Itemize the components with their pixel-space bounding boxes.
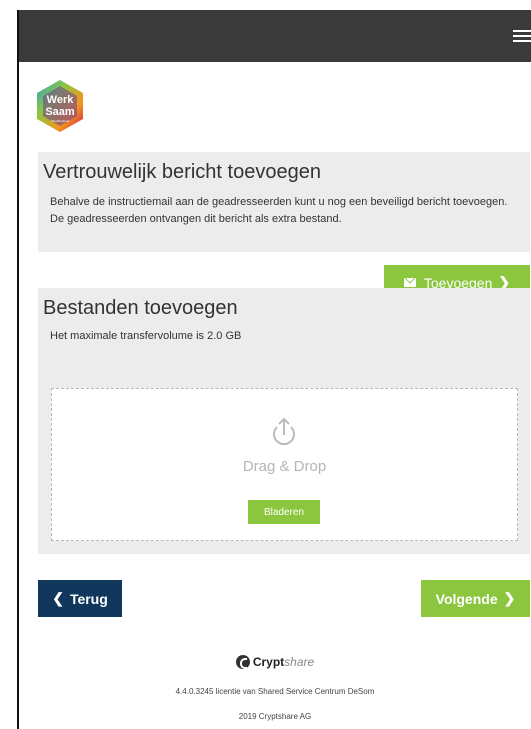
files-section-title: Bestanden toevoegen — [43, 297, 238, 319]
left-bar — [0, 0, 19, 729]
back-button-label: Terug — [69, 590, 108, 607]
next-button-label: Volgende — [435, 590, 498, 607]
hamburger-menu-icon[interactable] — [513, 30, 531, 44]
brand-name: Crypt — [252, 655, 285, 669]
chevron-right-icon: ❯ — [503, 590, 516, 606]
envelope-icon — [403, 278, 416, 287]
logo-line2: Saam — [45, 106, 75, 118]
chevron-left-icon: ❮ — [52, 590, 64, 606]
message-section-description: Behalve de instructiemail aan de geadres… — [50, 196, 508, 225]
werksaam-logo: Werk Saam Westfriesland — [37, 80, 83, 132]
logo-line1: Werk — [47, 94, 75, 106]
message-panel: Vertrouwelijk bericht toevoegen Behalve … — [38, 152, 530, 252]
upload-icon — [273, 417, 295, 446]
cryptshare-brand: Crypt share — [19, 655, 531, 669]
files-panel: Bestanden toevoegen Het maximale transfe… — [38, 288, 530, 554]
transfer-limit-text: Het maximale transfervolume is 2.0 GB — [50, 330, 242, 342]
app-frame: Werk Saam Westfriesland Vertrouwelijk be… — [19, 10, 531, 729]
top-bar — [19, 10, 531, 62]
next-button[interactable]: Volgende ❯ — [421, 580, 530, 617]
back-button[interactable]: ❮ Terug — [38, 580, 122, 617]
brand-suffix: share — [284, 655, 315, 669]
top-strip — [0, 0, 531, 10]
drag-drop-label: Drag & Drop — [242, 458, 327, 475]
drop-zone[interactable]: Drag & Drop Bladeren — [51, 388, 518, 541]
cryptshare-logo-icon — [235, 655, 250, 669]
copyright-text: 2019 Cryptshare AG — [238, 712, 312, 721]
message-section-title: Vertrouwelijk bericht toevoegen — [43, 161, 321, 183]
logo-line3: Westfriesland — [51, 119, 69, 123]
license-text: 4.4.0.3245 licentie van Shared Service C… — [175, 687, 375, 696]
browse-button[interactable]: Bladeren — [248, 500, 320, 524]
